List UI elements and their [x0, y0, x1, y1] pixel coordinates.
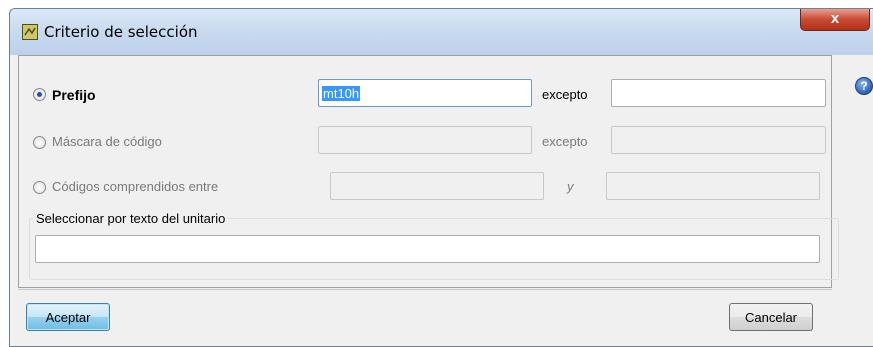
title-bar[interactable]: Criterio de selección x	[10, 9, 873, 55]
label-prefijo: Prefijo	[52, 87, 96, 103]
prefijo-input[interactable]: mt10h	[318, 79, 532, 107]
label-prefijo-excepto: excepto	[542, 87, 588, 102]
help-icon[interactable]: ?	[855, 77, 873, 95]
dialog-window: Criterio de selección x ? Prefijo mt10h …	[9, 8, 873, 347]
codigos-from-input[interactable]	[330, 172, 544, 200]
accept-button[interactable]: Aceptar	[26, 303, 110, 331]
text-group-legend: Seleccionar por texto del unitario	[33, 211, 229, 226]
mascara-except-input[interactable]	[611, 126, 826, 154]
prefijo-except-input[interactable]	[611, 79, 826, 107]
codigos-to-input[interactable]	[606, 172, 820, 200]
radio-codigos[interactable]	[33, 181, 46, 194]
close-icon: x	[830, 10, 840, 27]
label-mascara-excepto: excepto	[542, 134, 588, 149]
mascara-input[interactable]	[318, 126, 532, 154]
label-mascara: Máscara de código	[52, 134, 162, 149]
cancel-button[interactable]: Cancelar	[729, 303, 813, 331]
window-title: Criterio de selección	[44, 23, 198, 41]
close-button[interactable]: x	[800, 9, 870, 31]
help-glyph: ?	[860, 79, 868, 93]
label-codigos: Códigos comprendidos entre	[52, 179, 219, 194]
unitario-text-input[interactable]	[35, 235, 820, 263]
radio-prefijo[interactable]	[33, 88, 46, 101]
app-icon	[22, 24, 38, 40]
prefijo-value: mt10h	[322, 86, 361, 101]
label-codigos-y: y	[567, 179, 574, 194]
radio-mascara[interactable]	[33, 136, 46, 149]
footer-separator	[18, 289, 832, 290]
